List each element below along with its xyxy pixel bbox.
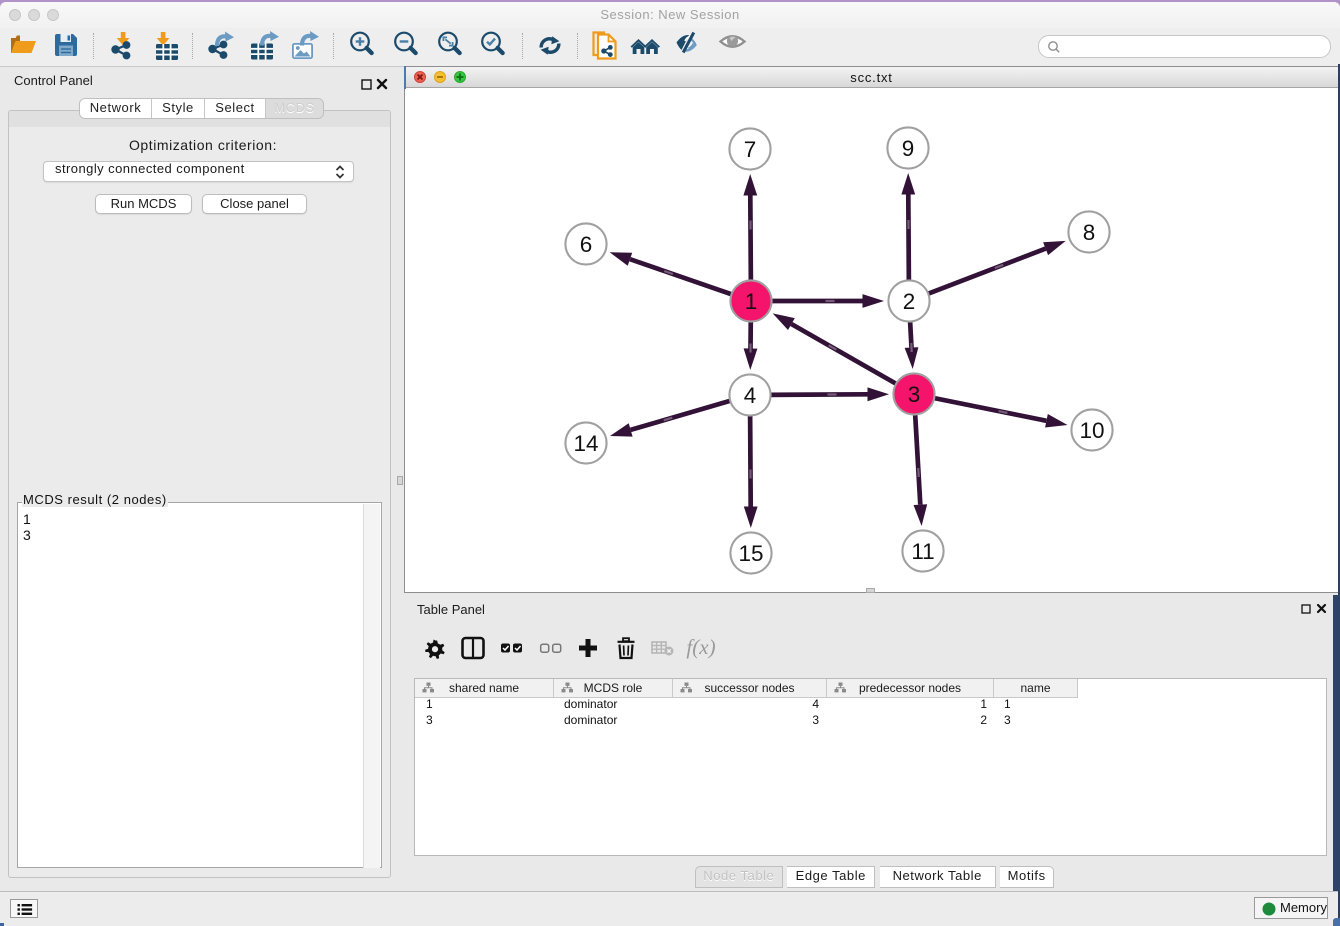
svg-text:14: 14 [573,431,598,456]
svg-text:9: 9 [902,136,915,161]
svg-text:10: 10 [1079,418,1104,443]
svg-text:7: 7 [744,137,757,162]
svg-text:f(x): f(x) [686,636,715,659]
svg-text:3: 3 [908,382,921,407]
svg-text:15: 15 [738,541,763,566]
svg-text:11: 11 [911,539,934,564]
svg-text:6: 6 [580,232,593,257]
svg-text:1: 1 [745,289,758,314]
svg-text:2: 2 [903,289,916,314]
svg-text:4: 4 [744,383,757,408]
svg-text:8: 8 [1083,220,1096,245]
